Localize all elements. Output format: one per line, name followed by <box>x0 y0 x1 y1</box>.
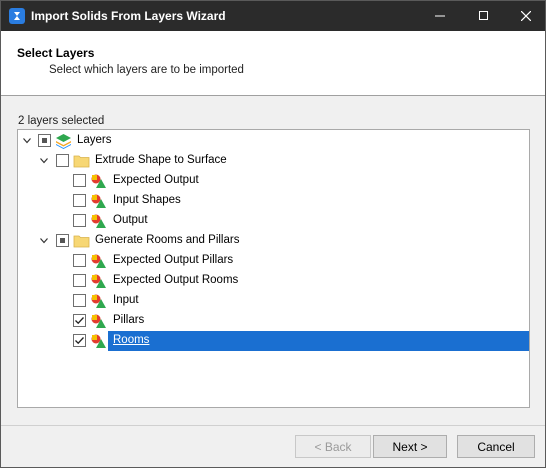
tree-label: Expected Output <box>113 174 199 186</box>
layer-shapes-icon <box>91 274 106 288</box>
chevron-down-icon[interactable] <box>40 238 48 244</box>
layer-checkbox[interactable] <box>73 174 86 187</box>
page-title: Select Layers <box>17 46 95 60</box>
close-button[interactable] <box>507 1 545 31</box>
tree-node-layer[interactable]: Expected Output Pillars <box>18 251 529 271</box>
tree-label: Expected Output Pillars <box>113 254 234 266</box>
layer-shapes-icon <box>91 314 106 328</box>
layer-checkbox[interactable] <box>73 254 86 267</box>
layer-checkbox[interactable] <box>73 214 86 227</box>
layer-shapes-icon <box>91 334 106 348</box>
layer-checkbox[interactable] <box>73 274 86 287</box>
checkmark-icon <box>75 317 84 325</box>
tree-label: Input <box>113 294 139 306</box>
group-checkbox[interactable] <box>56 234 69 247</box>
maximize-button[interactable] <box>465 1 503 31</box>
tree-node-group[interactable]: Generate Rooms and Pillars <box>18 231 529 251</box>
tree-node-layers[interactable]: Layers <box>18 131 529 151</box>
layer-checkbox[interactable] <box>73 294 86 307</box>
folder-icon <box>73 155 90 168</box>
layer-shapes-icon <box>91 174 106 188</box>
next-button[interactable]: Next > <box>373 435 447 458</box>
layer-shapes-icon <box>91 254 106 268</box>
close-icon <box>521 11 531 21</box>
tree-node-layer[interactable]: Expected Output Rooms <box>18 271 529 291</box>
group-checkbox[interactable] <box>56 154 69 167</box>
layer-checkbox[interactable] <box>73 194 86 207</box>
tree-label: Rooms <box>113 334 150 346</box>
tree-label: Generate Rooms and Pillars <box>95 234 240 246</box>
tree-node-group[interactable]: Extrude Shape to Surface <box>18 151 529 171</box>
checkmark-icon <box>75 337 84 345</box>
layers-tree[interactable]: Layers Extrude Shape to Surface Expected… <box>17 129 530 408</box>
folder-icon <box>73 235 90 248</box>
selection-highlight <box>108 331 529 351</box>
tree-label: Output <box>113 214 148 226</box>
minimize-icon <box>435 15 445 17</box>
layers-checkbox[interactable] <box>38 134 51 147</box>
cancel-button[interactable]: Cancel <box>457 435 535 458</box>
tree-label: Layers <box>77 134 112 146</box>
layer-shapes-icon <box>91 294 106 308</box>
layer-shapes-icon <box>91 194 106 208</box>
tree-label: Pillars <box>113 314 145 326</box>
minimize-button[interactable] <box>421 1 459 31</box>
selection-count-label: 2 layers selected <box>18 115 105 127</box>
tree-node-layer[interactable]: Output <box>18 211 529 231</box>
chevron-down-icon[interactable] <box>23 138 31 144</box>
wizard-window: Import Solids From Layers Wizard Select … <box>0 0 546 468</box>
layer-checkbox[interactable] <box>73 334 86 347</box>
maximize-icon <box>479 11 488 20</box>
tree-node-layer[interactable]: Expected Output <box>18 171 529 191</box>
chevron-down-icon[interactable] <box>40 158 48 164</box>
tree-node-layer[interactable]: Input <box>18 291 529 311</box>
layers-stack-icon <box>56 134 71 149</box>
tree-label: Extrude Shape to Surface <box>95 154 227 166</box>
layer-checkbox[interactable] <box>73 314 86 327</box>
tree-node-layer[interactable]: Input Shapes <box>18 191 529 211</box>
wizard-header: Select Layers Select which layers are to… <box>1 31 545 96</box>
layer-shapes-icon <box>91 214 106 228</box>
title-bar[interactable]: Import Solids From Layers Wizard <box>1 1 545 31</box>
app-icon <box>9 8 25 24</box>
tree-label: Expected Output Rooms <box>113 274 239 286</box>
back-button[interactable]: < Back <box>295 435 371 458</box>
footer-divider <box>1 425 545 426</box>
tree-node-layer-selected[interactable]: Rooms <box>18 331 529 351</box>
window-title: Import Solids From Layers Wizard <box>31 9 226 23</box>
page-subtitle: Select which layers are to be imported <box>49 64 244 76</box>
tree-label: Input Shapes <box>113 194 181 206</box>
tree-node-layer[interactable]: Pillars <box>18 311 529 331</box>
